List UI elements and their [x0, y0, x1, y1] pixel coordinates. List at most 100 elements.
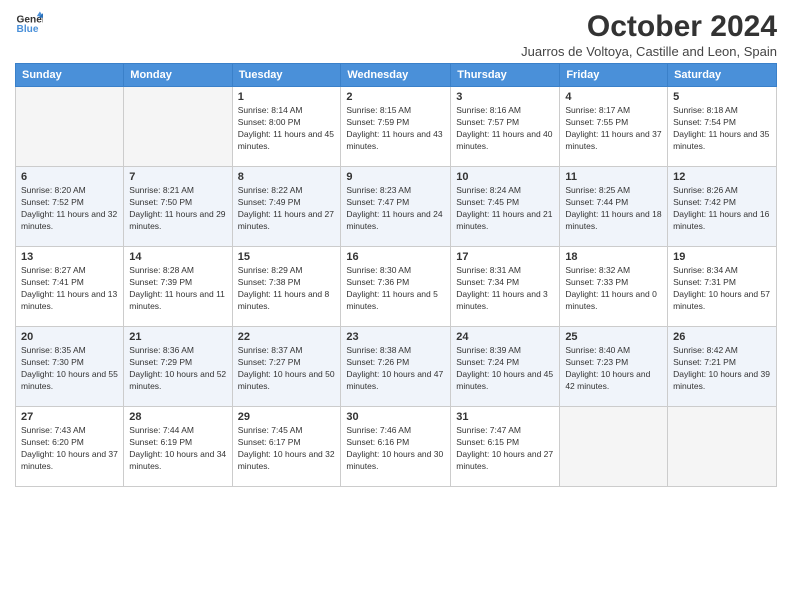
calendar-week-row: 20 Sunrise: 8:35 AM Sunset: 7:30 PM Dayli… [16, 327, 777, 407]
table-row: 3Sunrise: 8:16 AM Sunset: 7:57 PM Daylig… [451, 87, 560, 167]
day-info: Sunrise: 8:28 AM Sunset: 7:39 PM Dayligh… [129, 265, 226, 313]
calendar-week-row: 27 Sunrise: 7:43 AM Sunset: 6:20 PM Dayli… [16, 407, 777, 487]
col-wednesday: Wednesday [341, 64, 451, 87]
table-row: 2 Sunrise: 8:15 AM Sunset: 7:59 PM Daylig… [341, 87, 451, 167]
day-number: 27 [21, 411, 118, 423]
day-number: 21 [129, 331, 226, 343]
day-number: 6 [21, 171, 118, 183]
day-info: Sunrise: 8:18 AM Sunset: 7:54 PM Dayligh… [673, 105, 771, 153]
day-number: 5 [673, 91, 771, 103]
table-row: 5 Sunrise: 8:18 AM Sunset: 7:54 PM Daylig… [668, 87, 777, 167]
table-row: 18Sunrise: 8:32 AM Sunset: 7:33 PM Dayli… [560, 247, 668, 327]
col-saturday: Saturday [668, 64, 777, 87]
subtitle: Juarros de Voltoya, Castille and Leon, S… [521, 44, 777, 59]
day-number: 22 [238, 331, 336, 343]
day-info: Sunrise: 8:23 AM Sunset: 7:47 PM Dayligh… [346, 185, 445, 233]
month-title: October 2024 [521, 10, 777, 44]
table-row: 19 Sunrise: 8:34 AM Sunset: 7:31 PM Dayli… [668, 247, 777, 327]
header: General Blue October 2024 Juarros de Vol… [15, 10, 777, 59]
table-row [668, 407, 777, 487]
table-row: 12 Sunrise: 8:26 AM Sunset: 7:42 PM Dayli… [668, 167, 777, 247]
day-info: Sunrise: 8:38 AM Sunset: 7:26 PM Dayligh… [346, 345, 445, 393]
table-row: 22 Sunrise: 8:37 AM Sunset: 7:27 PM Dayli… [232, 327, 341, 407]
day-info: Sunrise: 8:26 AM Sunset: 7:42 PM Dayligh… [673, 185, 771, 233]
day-info: Sunrise: 8:36 AM Sunset: 7:29 PM Dayligh… [129, 345, 226, 393]
logo: General Blue [15, 10, 43, 38]
table-row: 17Sunrise: 8:31 AM Sunset: 7:34 PM Dayli… [451, 247, 560, 327]
day-number: 25 [565, 331, 662, 343]
day-number: 30 [346, 411, 445, 423]
day-number: 29 [238, 411, 336, 423]
day-number: 20 [21, 331, 118, 343]
day-info: Sunrise: 7:43 AM Sunset: 6:20 PM Dayligh… [21, 425, 118, 473]
table-row: 1 Sunrise: 8:14 AM Sunset: 8:00 PM Daylig… [232, 87, 341, 167]
table-row: 6 Sunrise: 8:20 AM Sunset: 7:52 PM Daylig… [16, 167, 124, 247]
day-number: 9 [346, 171, 445, 183]
table-row: 9 Sunrise: 8:23 AM Sunset: 7:47 PM Daylig… [341, 167, 451, 247]
day-number: 23 [346, 331, 445, 343]
day-number: 16 [346, 251, 445, 263]
day-info: Sunrise: 8:34 AM Sunset: 7:31 PM Dayligh… [673, 265, 771, 313]
day-info: Sunrise: 8:16 AM Sunset: 7:57 PM Dayligh… [456, 105, 554, 153]
day-info: Sunrise: 8:25 AM Sunset: 7:44 PM Dayligh… [565, 185, 662, 233]
day-info: Sunrise: 8:20 AM Sunset: 7:52 PM Dayligh… [21, 185, 118, 233]
day-number: 28 [129, 411, 226, 423]
day-number: 26 [673, 331, 771, 343]
day-number: 11 [565, 171, 662, 183]
table-row: 10 Sunrise: 8:24 AM Sunset: 7:45 PM Dayli… [451, 167, 560, 247]
table-row: 13Sunrise: 8:27 AM Sunset: 7:41 PM Dayli… [16, 247, 124, 327]
table-row: 26 Sunrise: 8:42 AM Sunset: 7:21 PM Dayli… [668, 327, 777, 407]
table-row: 27 Sunrise: 7:43 AM Sunset: 6:20 PM Dayli… [16, 407, 124, 487]
day-info: Sunrise: 8:15 AM Sunset: 7:59 PM Dayligh… [346, 105, 445, 153]
col-thursday: Thursday [451, 64, 560, 87]
day-number: 24 [456, 331, 554, 343]
day-info: Sunrise: 8:17 AM Sunset: 7:55 PM Dayligh… [565, 105, 662, 153]
table-row: 23 Sunrise: 8:38 AM Sunset: 7:26 PM Dayli… [341, 327, 451, 407]
day-info: Sunrise: 8:42 AM Sunset: 7:21 PM Dayligh… [673, 345, 771, 393]
day-number: 8 [238, 171, 336, 183]
table-row: 4 Sunrise: 8:17 AM Sunset: 7:55 PM Daylig… [560, 87, 668, 167]
day-number: 7 [129, 171, 226, 183]
logo-icon: General Blue [15, 10, 43, 38]
day-number: 1 [238, 91, 336, 103]
table-row: 30 Sunrise: 7:46 AM Sunset: 6:16 PM Dayli… [341, 407, 451, 487]
day-info: Sunrise: 8:29 AM Sunset: 7:38 PM Dayligh… [238, 265, 336, 313]
day-info: Sunrise: 8:39 AM Sunset: 7:24 PM Dayligh… [456, 345, 554, 393]
day-number: 18 [565, 251, 662, 263]
day-number: 4 [565, 91, 662, 103]
table-row: 31Sunrise: 7:47 AM Sunset: 6:15 PM Dayli… [451, 407, 560, 487]
table-row: 28 Sunrise: 7:44 AM Sunset: 6:19 PM Dayli… [124, 407, 232, 487]
day-info: Sunrise: 8:21 AM Sunset: 7:50 PM Dayligh… [129, 185, 226, 233]
table-row: 7 Sunrise: 8:21 AM Sunset: 7:50 PM Daylig… [124, 167, 232, 247]
day-info: Sunrise: 7:44 AM Sunset: 6:19 PM Dayligh… [129, 425, 226, 473]
table-row [16, 87, 124, 167]
day-number: 19 [673, 251, 771, 263]
day-number: 10 [456, 171, 554, 183]
day-number: 12 [673, 171, 771, 183]
table-row: 21 Sunrise: 8:36 AM Sunset: 7:29 PM Dayli… [124, 327, 232, 407]
calendar-table: Sunday Monday Tuesday Wednesday Thursday… [15, 63, 777, 487]
day-number: 15 [238, 251, 336, 263]
table-row: 11 Sunrise: 8:25 AM Sunset: 7:44 PM Dayli… [560, 167, 668, 247]
day-info: Sunrise: 7:47 AM Sunset: 6:15 PM Dayligh… [456, 425, 554, 473]
day-number: 2 [346, 91, 445, 103]
calendar-week-row: 1 Sunrise: 8:14 AM Sunset: 8:00 PM Daylig… [16, 87, 777, 167]
day-info: Sunrise: 8:14 AM Sunset: 8:00 PM Dayligh… [238, 105, 336, 153]
col-monday: Monday [124, 64, 232, 87]
day-info: Sunrise: 8:31 AM Sunset: 7:34 PM Dayligh… [456, 265, 554, 313]
day-info: Sunrise: 8:35 AM Sunset: 7:30 PM Dayligh… [21, 345, 118, 393]
day-info: Sunrise: 8:27 AM Sunset: 7:41 PM Dayligh… [21, 265, 118, 313]
day-info: Sunrise: 7:45 AM Sunset: 6:17 PM Dayligh… [238, 425, 336, 473]
table-row: 15 Sunrise: 8:29 AM Sunset: 7:38 PM Dayli… [232, 247, 341, 327]
day-info: Sunrise: 7:46 AM Sunset: 6:16 PM Dayligh… [346, 425, 445, 473]
day-info: Sunrise: 8:37 AM Sunset: 7:27 PM Dayligh… [238, 345, 336, 393]
day-info: Sunrise: 8:40 AM Sunset: 7:23 PM Dayligh… [565, 345, 662, 393]
day-info: Sunrise: 8:22 AM Sunset: 7:49 PM Dayligh… [238, 185, 336, 233]
table-row: 29 Sunrise: 7:45 AM Sunset: 6:17 PM Dayli… [232, 407, 341, 487]
day-info: Sunrise: 8:24 AM Sunset: 7:45 PM Dayligh… [456, 185, 554, 233]
col-sunday: Sunday [16, 64, 124, 87]
col-friday: Friday [560, 64, 668, 87]
table-row: 8 Sunrise: 8:22 AM Sunset: 7:49 PM Daylig… [232, 167, 341, 247]
table-row: 25 Sunrise: 8:40 AM Sunset: 7:23 PM Dayli… [560, 327, 668, 407]
page: General Blue October 2024 Juarros de Vol… [0, 0, 792, 612]
